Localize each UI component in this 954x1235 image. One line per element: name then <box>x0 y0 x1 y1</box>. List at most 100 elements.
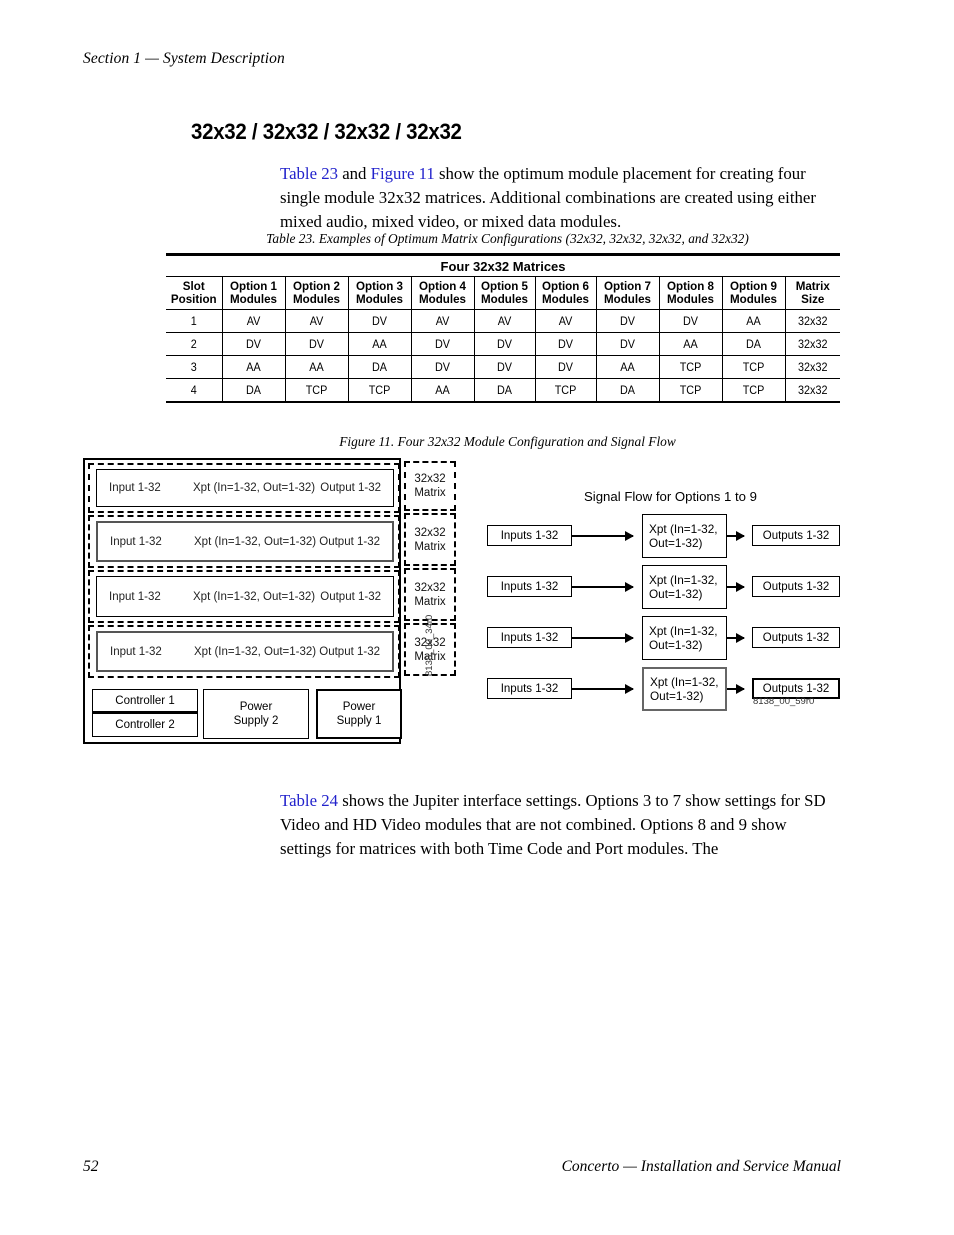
cell-option3: DA <box>351 355 409 379</box>
col-header-option-5: Option 5 Modules <box>474 276 536 310</box>
col-header-line1: Slot <box>182 280 205 293</box>
slot-xpt-label: Xpt (In=1-32, Out=1-32) <box>193 482 316 494</box>
cell-matrix-size: 32x32 <box>787 378 838 403</box>
controller-1-box: Controller 1 <box>92 689 198 713</box>
col-header-line2: Modules <box>418 293 467 306</box>
footer-page-number: 52 <box>83 1158 99 1175</box>
table-header-row: Slot Position Option 1 Modules Option 2 Mod… <box>166 276 841 310</box>
cell-slot: 2 <box>168 332 220 356</box>
flow-xpt-box: Xpt (In=1-32, Out=1-32) <box>642 514 727 558</box>
cell-option5: DV <box>477 332 533 356</box>
flow-xpt-line1: Xpt (In=1-32, <box>650 675 719 689</box>
col-header-option-2: Option 2 Modules <box>285 276 349 310</box>
optimum-matrix-configurations-table: Four 32x32 Matrices Slot Position Option … <box>166 253 841 403</box>
cell-matrix-size: 32x32 <box>787 332 838 356</box>
power-supply-1-line1: Power <box>342 701 376 713</box>
col-header-line2: Modules <box>603 293 652 306</box>
col-header-line2: Modules <box>541 293 590 306</box>
col-header-line1: Option 2 <box>292 280 340 293</box>
flow-output-box: Outputs 1-32 <box>752 576 840 597</box>
cell-option1: AV <box>225 309 283 333</box>
matrix-tag-line1: 32x32 <box>414 581 446 594</box>
chassis-bottom-row: Controller 1 Controller 2 Power Supply 2… <box>88 689 402 739</box>
cell-option7: DV <box>599 309 657 333</box>
flow-arrow-in-to-xpt <box>572 582 634 592</box>
cell-slot: 4 <box>168 378 220 403</box>
link-figure-11[interactable]: Figure 11 <box>371 164 435 183</box>
flow-arrow-xpt-to-out <box>727 684 745 694</box>
signal-flow-title: Signal Flow for Options 1 to 9 <box>584 489 757 504</box>
cell-option7: AA <box>599 355 657 379</box>
flow-output-box: Outputs 1-32 <box>752 627 840 648</box>
col-header-line1: Matrix <box>795 280 830 293</box>
chassis-slot-module: Input 1-32 Xpt (In=1-32, Out=1-32) Outpu… <box>96 576 394 617</box>
page-title: 32x32 / 32x32 / 32x32 / 32x32 <box>191 118 462 144</box>
col-header-line2: Modules <box>729 293 778 306</box>
table-row: 4 DA TCP TCP AA DA TCP DA TCP TCP 32x32 <box>166 378 840 403</box>
col-header-line2: Modules <box>292 293 341 306</box>
matrix-tag: 32x32 Matrix <box>404 513 456 566</box>
cell-option2: DV <box>288 332 346 356</box>
col-header-line1: Option 4 <box>418 280 466 293</box>
power-supply-1-line2: Supply 1 <box>336 715 382 727</box>
flow-xpt-line2: Out=1-32) <box>650 689 704 703</box>
table-row: 2 DV DV AA DV DV DV DV AA DA 32x32 <box>166 332 840 356</box>
table-group-header-row: Four 32x32 Matrices <box>166 253 841 277</box>
cell-option5: DV <box>477 355 533 379</box>
chassis-slot: Input 1-32 Xpt (In=1-32, Out=1-32) Outpu… <box>88 625 400 678</box>
flow-arrow-xpt-to-out <box>727 531 745 541</box>
flow-xpt-line2: Out=1-32) <box>649 587 703 601</box>
table-caption: Table 23. Examples of Optimum Matrix Con… <box>266 231 749 246</box>
controller-2-box: Controller 2 <box>92 713 198 737</box>
cell-option8: TCP <box>662 378 720 403</box>
col-header-line1: Option 7 <box>603 280 651 293</box>
link-table-24[interactable]: Table 24 <box>280 791 338 810</box>
slot-output-label: Output 1-32 <box>320 590 381 603</box>
signal-flow-figure-id: 8138_00_59r0 <box>753 696 815 707</box>
cell-option8: AA <box>662 332 720 356</box>
power-supply-2-box: Power Supply 2 <box>203 689 309 739</box>
table-group-header: Four 32x32 Matrices <box>166 253 841 277</box>
flow-input-box: Inputs 1-32 <box>487 627 572 648</box>
cell-matrix-size: 32x32 <box>787 355 838 379</box>
flow-arrow-xpt-to-out <box>727 582 745 592</box>
matrix-tag-line1: 32x32 <box>414 473 446 485</box>
col-header-line1: Option 9 <box>729 280 777 293</box>
table-row: 1 AV AV DV AV AV AV DV DV AA 32x32 <box>166 309 840 333</box>
cell-option9: AA <box>725 309 783 333</box>
cell-option1: DV <box>225 332 283 356</box>
cell-option6: DV <box>538 332 594 356</box>
flow-arrow-in-to-xpt <box>572 531 634 541</box>
col-header-option-4: Option 4 Modules <box>411 276 475 310</box>
cell-option1: AA <box>225 355 283 379</box>
cell-slot: 3 <box>168 355 220 379</box>
cell-option3: DV <box>351 309 409 333</box>
cell-option3: AA <box>351 332 409 356</box>
cell-option8: DV <box>662 309 720 333</box>
link-table-23[interactable]: Table 23 <box>280 164 338 183</box>
cell-option4: AA <box>414 378 472 403</box>
matrix-tag-line2: Matrix <box>414 540 446 553</box>
flow-xpt-line1: Xpt (In=1-32, <box>649 522 718 536</box>
chassis-slot-module: Input 1-32 Xpt (In=1-32, Out=1-32) Outpu… <box>96 521 394 562</box>
cell-option6: AV <box>538 309 594 333</box>
col-header-option-1: Option 1 Modules <box>222 276 286 310</box>
signal-flow-row: Inputs 1-32 Xpt (In=1-32, Out=1-32) Outp… <box>487 514 857 558</box>
flow-input-box: Inputs 1-32 <box>487 576 572 597</box>
col-header-line2: Position <box>170 293 217 306</box>
cell-option7: DA <box>599 378 657 403</box>
cell-option6: DV <box>538 355 594 379</box>
cell-option3: TCP <box>351 378 409 403</box>
col-header-line2: Modules <box>480 293 529 306</box>
flow-xpt-box: Xpt (In=1-32, Out=1-32) <box>642 565 727 609</box>
slot-xpt-label: Xpt (In=1-32, Out=1-32) <box>194 535 317 548</box>
col-header-line1: Option 8 <box>666 280 714 293</box>
col-header-option-6: Option 6 Modules <box>535 276 597 310</box>
footer-document-title: Concerto — Installation and Service Manu… <box>561 1158 841 1175</box>
cell-option6: TCP <box>538 378 594 403</box>
col-header-option-3: Option 3 Modules <box>348 276 412 310</box>
outro-rest: shows the Jupiter interface settings. Op… <box>280 790 826 859</box>
chassis-slot: Input 1-32 Xpt (In=1-32, Out=1-32) Outpu… <box>88 570 400 623</box>
slot-input-label: Input 1-32 <box>109 482 161 494</box>
flow-arrow-in-to-xpt <box>572 684 634 694</box>
